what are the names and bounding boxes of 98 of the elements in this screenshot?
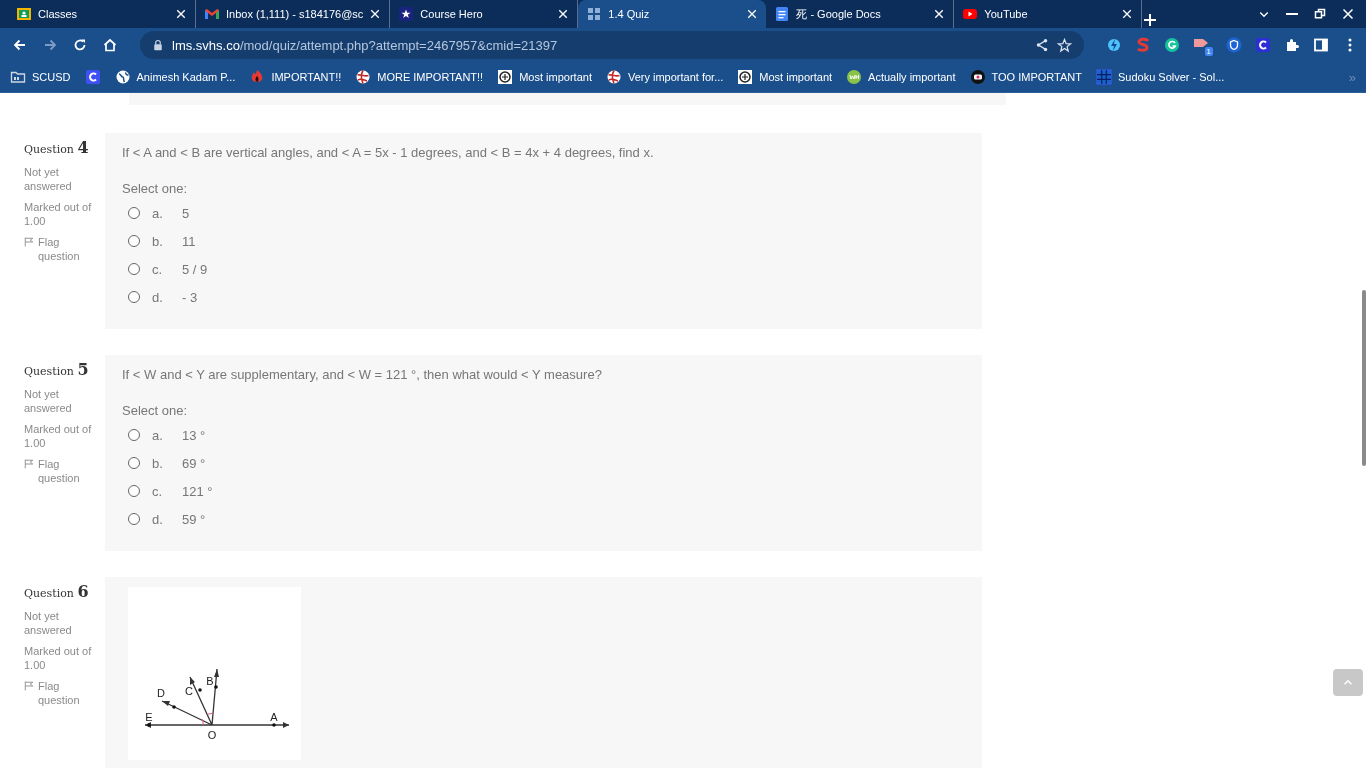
answer-option[interactable]: c. 121 ° bbox=[122, 477, 965, 505]
flag-question-link[interactable]: Flag question bbox=[24, 457, 100, 485]
mail-icon bbox=[204, 6, 220, 22]
close-icon bbox=[1342, 8, 1354, 20]
forward-arrow-icon bbox=[42, 37, 58, 53]
g-circle-icon bbox=[1164, 37, 1180, 53]
shield-icon bbox=[1226, 37, 1242, 53]
badge-icon bbox=[497, 69, 514, 85]
close-icon bbox=[175, 8, 187, 20]
back-arrow-icon bbox=[12, 37, 28, 53]
radio-button[interactable] bbox=[128, 207, 140, 219]
answer-option[interactable]: b. 69 ° bbox=[122, 449, 965, 477]
bookmark[interactable]: Animesh Kadam P... bbox=[114, 69, 236, 85]
question-status: Not yet answered bbox=[24, 609, 73, 637]
point-label: B bbox=[206, 675, 214, 687]
radio-button[interactable] bbox=[128, 263, 140, 275]
flag-icon bbox=[24, 681, 34, 691]
tv-icon bbox=[969, 69, 986, 85]
radio-button[interactable] bbox=[128, 429, 140, 441]
ball-icon bbox=[605, 69, 622, 85]
question-text: If < A and < B are vertical angles, and < A = 5x - 1 degrees, and < B = 4x + 4 degrees, find x. bbox=[122, 144, 655, 162]
radio-button[interactable] bbox=[128, 513, 140, 525]
flag-question-link[interactable]: Flag question bbox=[24, 679, 100, 707]
badge-icon bbox=[737, 69, 754, 85]
bookmark[interactable] bbox=[84, 69, 101, 85]
radio-button[interactable] bbox=[128, 291, 140, 303]
bookmark[interactable]: MORE IMPORTANT!! bbox=[355, 69, 484, 85]
scrollbar-thumb[interactable] bbox=[1362, 290, 1366, 466]
question-marks: Marked out of 1.00 bbox=[24, 422, 93, 450]
question-status: Not yet answered bbox=[24, 387, 73, 415]
restore-icon bbox=[1314, 8, 1326, 20]
chevron-up-icon bbox=[1344, 680, 1352, 685]
minimize-icon bbox=[1286, 13, 1298, 15]
address-bar[interactable]: lms.svhs.co/mod/quiz/attempt.php?attempt=2467957&cmid=21397 bbox=[140, 31, 1084, 59]
s-letter-icon bbox=[1135, 37, 1151, 53]
puzzle-icon bbox=[1284, 37, 1300, 53]
tag-icon bbox=[1193, 38, 1209, 48]
bookmark[interactable]: Very important for... bbox=[605, 69, 724, 85]
c-letter-icon bbox=[1255, 37, 1271, 53]
answer-option[interactable]: b. 11 bbox=[122, 227, 965, 255]
close-icon bbox=[1121, 8, 1134, 20]
bookmark[interactable]: Sudoku Solver - Sol... bbox=[1095, 69, 1225, 85]
select-prompt: Select one: bbox=[122, 180, 189, 198]
c-letter-icon bbox=[84, 69, 101, 85]
point-label: D bbox=[157, 687, 165, 699]
close-icon bbox=[369, 8, 382, 20]
answer-option[interactable]: a. 13 ° bbox=[122, 421, 965, 449]
star-icon bbox=[1057, 37, 1072, 53]
document-icon bbox=[774, 6, 791, 22]
question-number: Question 4 bbox=[24, 138, 90, 157]
bolt-icon bbox=[1106, 37, 1122, 53]
bookmark[interactable]: Most important bbox=[497, 69, 592, 85]
flag-icon bbox=[24, 237, 34, 247]
count-badge: 1 bbox=[1204, 47, 1213, 56]
browser-tab[interactable]: 1.4 Quiz bbox=[578, 0, 767, 28]
close-icon bbox=[557, 8, 570, 20]
question-number: Question 5 bbox=[24, 360, 90, 379]
point-label: E bbox=[145, 711, 153, 723]
question-text: If < W and < Y are supplementary, and < W = 121 °, then what would < Y measure? bbox=[122, 366, 603, 384]
play-icon bbox=[962, 6, 979, 22]
bookmark[interactable]: TOO IMPORTANT bbox=[969, 69, 1082, 85]
folder-icon bbox=[10, 69, 26, 85]
round-badge-icon bbox=[846, 69, 863, 85]
globe-icon bbox=[114, 69, 131, 85]
answer-option[interactable]: a. 5 bbox=[122, 199, 965, 227]
flag-question-link[interactable]: Flag question bbox=[24, 235, 100, 263]
side-panel-icon bbox=[1313, 37, 1329, 53]
point-label: O bbox=[207, 729, 217, 741]
share-icon bbox=[1035, 38, 1049, 52]
select-prompt: Select one: bbox=[122, 402, 189, 420]
extension-icon[interactable]: 1 bbox=[1193, 34, 1213, 56]
classroom-icon bbox=[16, 6, 32, 22]
new-tab-icon bbox=[1142, 12, 1159, 28]
close-icon bbox=[933, 8, 946, 20]
bookmark[interactable]: SCUSD bbox=[10, 69, 71, 85]
question-marks: Marked out of 1.00 bbox=[24, 644, 93, 672]
point-label: C bbox=[185, 685, 193, 697]
bookmark[interactable]: Most important bbox=[737, 69, 833, 85]
grid-icon bbox=[1095, 69, 1112, 85]
grid-icon bbox=[586, 6, 603, 22]
question-number: Question 6 bbox=[24, 582, 90, 601]
bookmark[interactable]: Actually important bbox=[846, 69, 956, 85]
answer-option[interactable]: d. - 3 bbox=[122, 283, 965, 311]
radio-button[interactable] bbox=[128, 457, 140, 469]
question-status: Not yet answered bbox=[24, 165, 73, 193]
close-icon bbox=[746, 8, 759, 20]
answer-option[interactable]: c. 5 / 9 bbox=[122, 255, 965, 283]
radio-button[interactable] bbox=[128, 235, 140, 247]
home-icon bbox=[102, 37, 118, 53]
ball-icon bbox=[355, 69, 372, 85]
lock-icon bbox=[152, 39, 164, 51]
question-marks: Marked out of 1.00 bbox=[24, 200, 93, 228]
point-label: A bbox=[270, 711, 278, 723]
answer-option[interactable]: d. 59 ° bbox=[122, 505, 965, 533]
flag-icon bbox=[24, 459, 34, 469]
reload-icon bbox=[72, 37, 88, 53]
radio-button[interactable] bbox=[128, 485, 140, 497]
bookmark[interactable]: IMPORTANT!! bbox=[249, 69, 342, 85]
